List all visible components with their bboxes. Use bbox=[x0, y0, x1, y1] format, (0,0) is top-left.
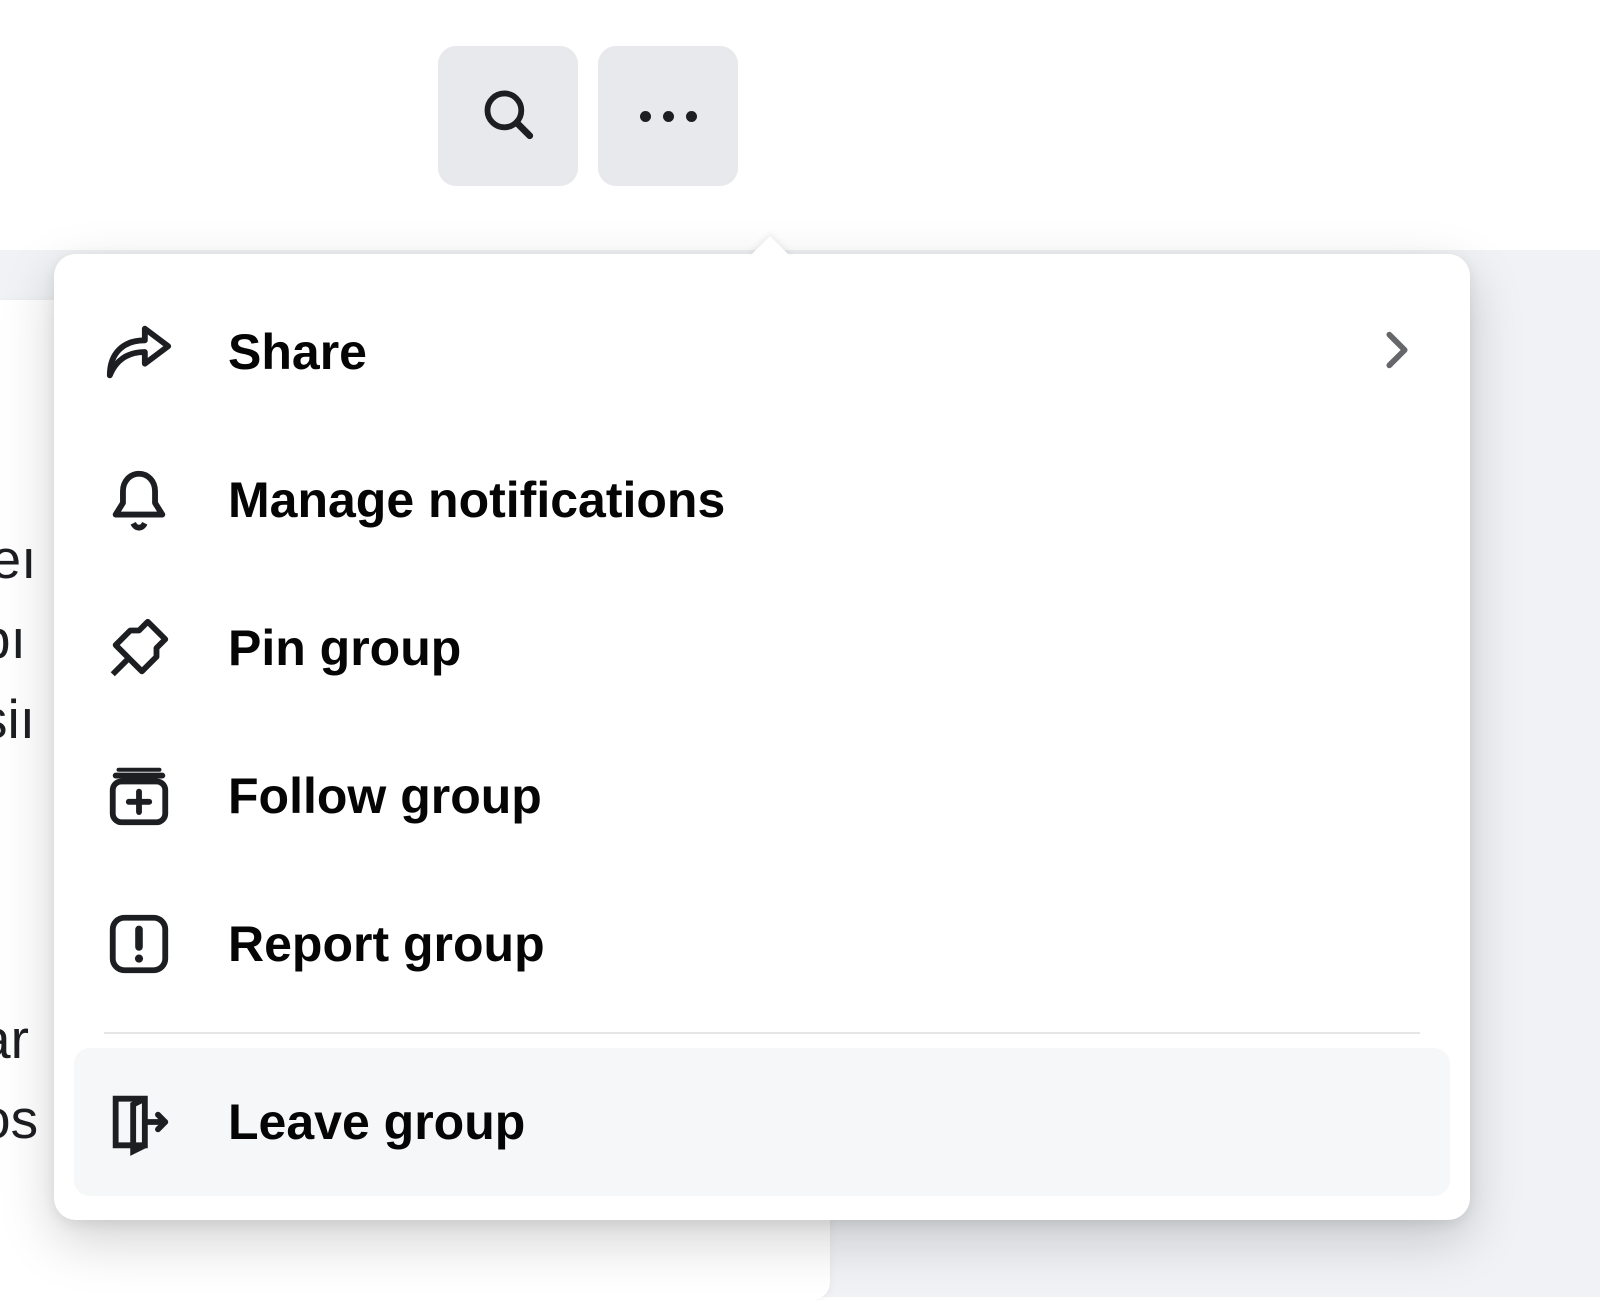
follow-plus-icon bbox=[104, 761, 174, 831]
header-area bbox=[0, 0, 1600, 250]
bell-icon bbox=[104, 465, 174, 535]
menu-item-pin-group[interactable]: Pin group bbox=[74, 574, 1450, 722]
obscured-text: ar os bbox=[0, 1000, 38, 1160]
alert-square-icon bbox=[104, 909, 174, 979]
share-arrow-icon bbox=[104, 317, 174, 387]
search-button[interactable] bbox=[438, 46, 578, 186]
ellipsis-icon bbox=[640, 111, 697, 122]
menu-item-label: Manage notifications bbox=[228, 471, 1420, 529]
menu-item-label: Follow group bbox=[228, 767, 1420, 825]
menu-list: Share Manage notifications Pin group Fol… bbox=[74, 278, 1450, 1196]
obscured-text: 'eı bı siı bbox=[0, 520, 36, 759]
menu-item-leave-group[interactable]: Leave group bbox=[74, 1048, 1450, 1196]
menu-item-label: Leave group bbox=[228, 1093, 1420, 1151]
menu-item-manage-notifications[interactable]: Manage notifications bbox=[74, 426, 1450, 574]
menu-item-report-group[interactable]: Report group bbox=[74, 870, 1450, 1018]
search-icon bbox=[479, 85, 537, 148]
chevron-right-icon bbox=[1374, 327, 1420, 378]
pushpin-icon bbox=[104, 613, 174, 683]
menu-item-share[interactable]: Share bbox=[74, 278, 1450, 426]
group-actions-menu: Share Manage notifications Pin group Fol… bbox=[54, 254, 1470, 1220]
menu-item-label: Share bbox=[228, 323, 1320, 381]
menu-item-follow-group[interactable]: Follow group bbox=[74, 722, 1450, 870]
menu-item-label: Pin group bbox=[228, 619, 1420, 677]
more-options-button[interactable] bbox=[598, 46, 738, 186]
leave-door-icon bbox=[104, 1087, 174, 1157]
menu-item-label: Report group bbox=[228, 915, 1420, 973]
toolbar bbox=[438, 46, 738, 186]
menu-divider bbox=[104, 1032, 1420, 1034]
